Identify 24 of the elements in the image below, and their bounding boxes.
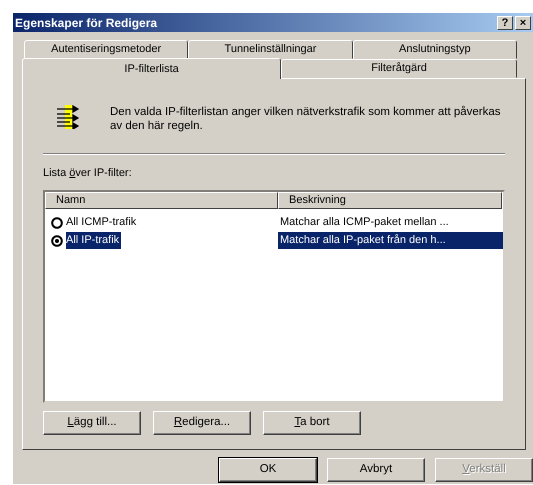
tab[interactable]: Filteråtgärd	[281, 59, 517, 78]
tab[interactable]: Anslutningstyp	[352, 40, 517, 59]
table-cell-text: Matchar alla ICMP-paket mellan ...	[279, 215, 450, 230]
list-button[interactable]: Ta bort	[263, 410, 361, 434]
column-header[interactable]: Beskrivning	[278, 192, 502, 208]
table-cell[interactable]: All IP-trafik	[66, 232, 122, 249]
table-cell[interactable]: All ICMP-trafik	[66, 214, 138, 231]
tab[interactable]: IP-filterlista	[22, 58, 282, 79]
radio-icon[interactable]	[51, 216, 63, 228]
window-title: Egenskaper för Redigera	[15, 14, 158, 32]
close-button[interactable]: ×	[515, 16, 531, 30]
dialog-button[interactable]: OK	[219, 458, 317, 482]
tab[interactable]: Tunnelinställningar	[188, 40, 353, 59]
list-label: Lista över IP-filter:	[43, 166, 132, 181]
radio-icon[interactable]	[51, 234, 63, 246]
dialog-button[interactable]: Avbryt	[327, 458, 425, 482]
description-text: Den valda IP-filterlistan anger vilken nätverkstrafik som kommer att påverkas av den här regeln.	[110, 105, 502, 133]
list-button[interactable]: Redigera...	[153, 410, 251, 434]
column-header[interactable]: Namn	[45, 192, 278, 208]
tab[interactable]: Autentiseringsmetoder	[24, 40, 188, 59]
table-cell: Matchar alla IP-paket från den h...	[278, 232, 503, 249]
help-button[interactable]: ?	[497, 16, 513, 30]
filter-list-icon	[57, 105, 79, 129]
list-button[interactable]: Lägg till...	[43, 410, 141, 434]
